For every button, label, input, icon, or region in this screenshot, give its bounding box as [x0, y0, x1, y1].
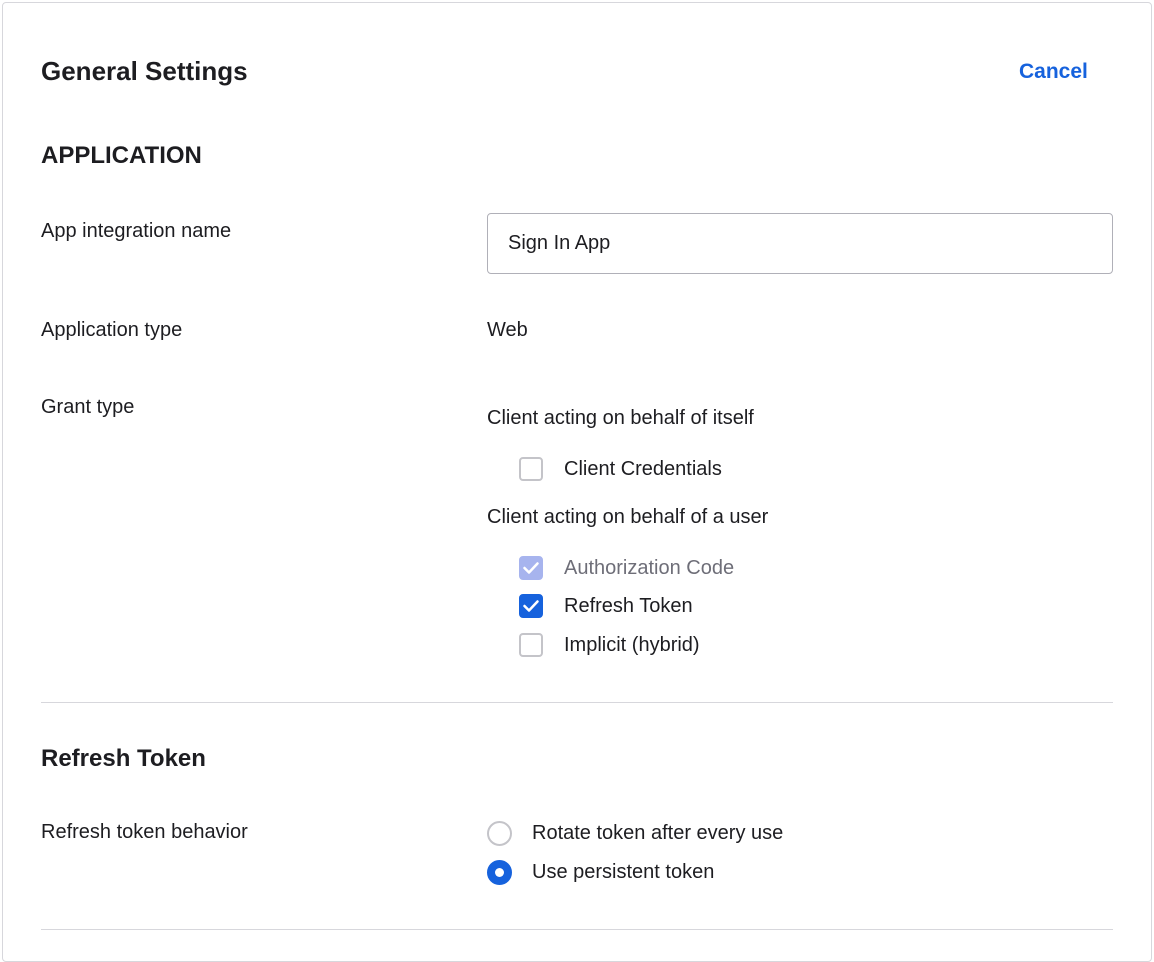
check-icon	[523, 600, 539, 612]
client-credentials-label: Client Credentials	[564, 457, 722, 480]
page-title: General Settings	[41, 56, 248, 86]
persistent-token-radio[interactable]	[487, 859, 512, 885]
rotate-token-label: Rotate token after every use	[532, 821, 784, 844]
rotate-token-radio[interactable]	[487, 820, 512, 846]
grant-option-authorization-code: Authorization Code	[519, 555, 734, 581]
persistent-token-label: Use persistent token	[532, 860, 715, 883]
grant-option-refresh-token[interactable]: Refresh Token	[519, 593, 693, 619]
application-type-value: Web	[487, 319, 528, 341]
integration-name-label: App integration name	[41, 220, 232, 242]
refresh-token-checkbox[interactable]	[519, 594, 543, 618]
client-credentials-checkbox[interactable]	[519, 457, 543, 481]
section-divider-bottom	[41, 929, 1113, 930]
grant-group-user-title: Client acting on behalf of a user	[487, 506, 769, 528]
grant-option-implicit-hybrid[interactable]: Implicit (hybrid)	[519, 632, 700, 658]
grant-group-itself-title: Client acting on behalf of itself	[487, 407, 754, 429]
implicit-hybrid-checkbox[interactable]	[519, 633, 543, 657]
application-type-label: Application type	[41, 319, 183, 341]
radio-selected-dot	[495, 867, 504, 877]
application-section-heading: APPLICATION	[41, 142, 202, 169]
cancel-button[interactable]: Cancel	[1019, 60, 1088, 84]
grant-type-label: Grant type	[41, 396, 135, 418]
radio-option-rotate-token[interactable]: Rotate token after every use	[487, 820, 783, 846]
implicit-hybrid-label: Implicit (hybrid)	[564, 633, 700, 656]
radio-option-persistent-token[interactable]: Use persistent token	[487, 859, 714, 885]
refresh-token-section-heading: Refresh Token	[41, 745, 206, 772]
grant-option-client-credentials[interactable]: Client Credentials	[519, 456, 722, 482]
check-icon	[523, 562, 539, 574]
section-divider	[41, 702, 1113, 703]
authorization-code-checkbox	[519, 556, 543, 580]
refresh-token-behavior-label: Refresh token behavior	[41, 821, 248, 843]
refresh-token-label: Refresh Token	[564, 594, 693, 617]
integration-name-input[interactable]	[487, 213, 1113, 274]
authorization-code-label: Authorization Code	[564, 556, 735, 579]
